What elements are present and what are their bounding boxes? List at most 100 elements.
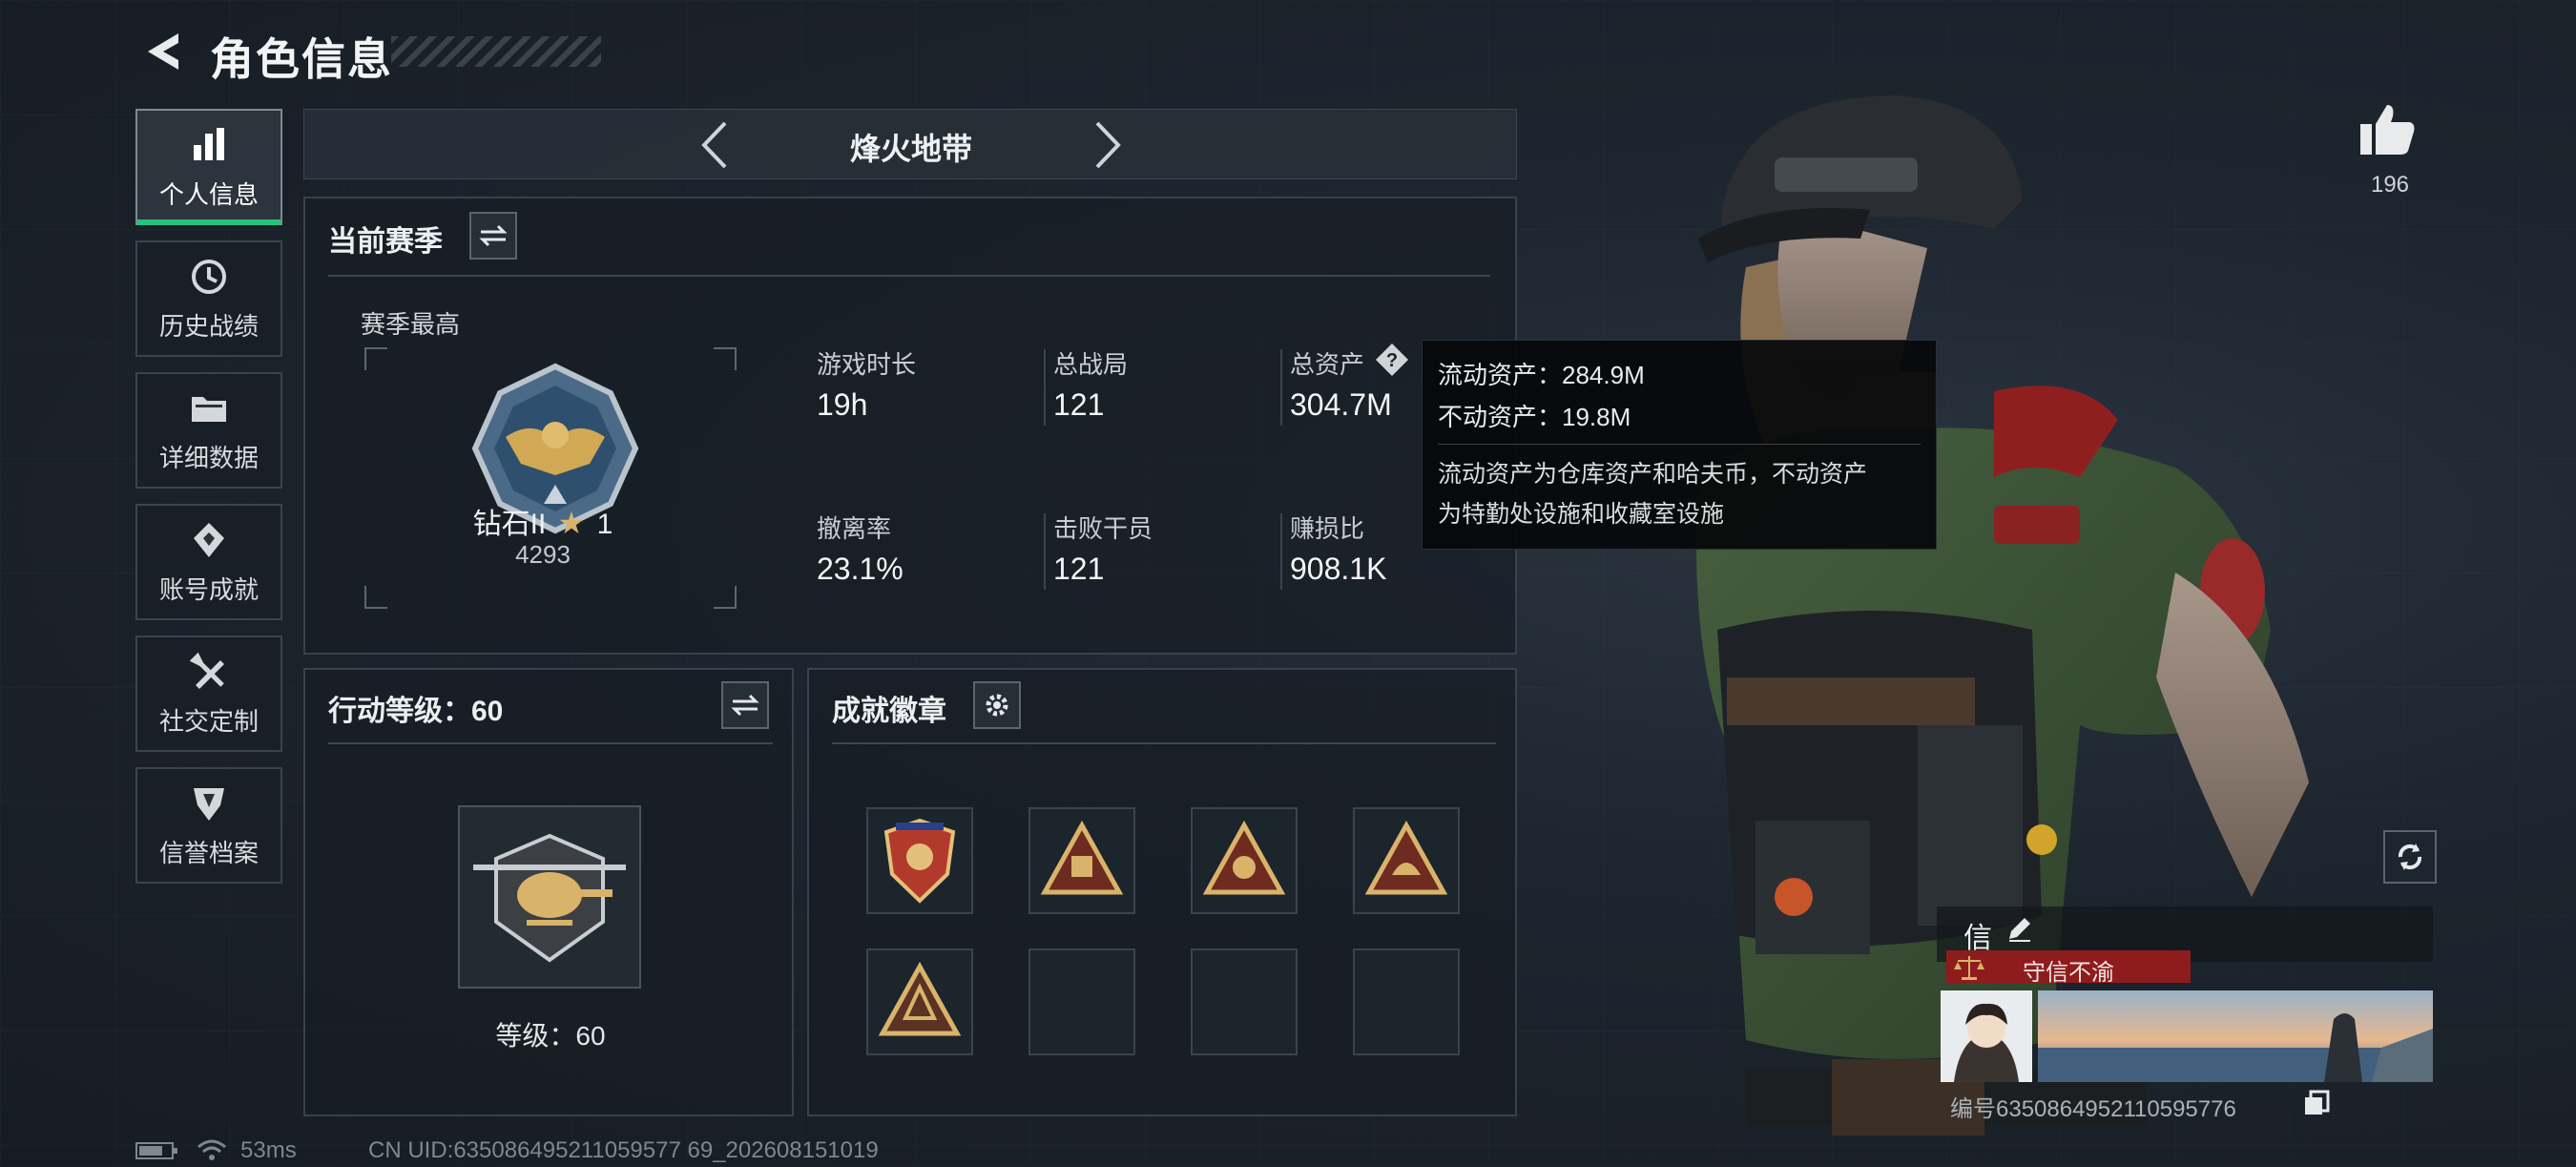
sidebar-item-details[interactable]: 详细数据 <box>135 372 282 489</box>
triangle-badge-icon <box>1364 820 1448 895</box>
svg-text:?: ? <box>1386 350 1398 371</box>
action-level-title: 行动等级：60 <box>328 696 504 727</box>
folder-icon <box>192 396 226 422</box>
profile-id: 编号6350864952110595776 <box>1950 1096 2236 1122</box>
rank-stars: 1 <box>596 509 613 540</box>
stat-value: 121 <box>1053 387 1105 422</box>
refresh-icon <box>2398 844 2422 870</box>
next-mode-button[interactable] <box>1079 119 1136 171</box>
star-icon: ★ <box>557 506 586 540</box>
tooltip-description-line: 为特勤处设施和收藏室设施 <box>1438 501 1725 528</box>
action-level-panel: 行动等级：60 等级：60 <box>303 668 794 1116</box>
tooltip-description-line: 流动资产为仓库资产和哈夫币，不动资产 <box>1438 461 1868 488</box>
season-best-label: 赛季最高 <box>361 310 461 339</box>
badge-slot[interactable] <box>1191 807 1298 914</box>
divider <box>832 742 1496 744</box>
triangle-badge-icon <box>1040 820 1124 895</box>
title-decoration <box>391 36 601 67</box>
credit-title-badge: 守信不渝 <box>1946 950 2191 986</box>
stat-label: 击败干员 <box>1053 514 1153 543</box>
rank-name-row: 钻石II ★ 1 <box>366 500 719 542</box>
season-panel: 当前赛季 赛季最高 钻石II ★ 1 4293 游戏时长 19h 总战局 121… <box>303 197 1517 655</box>
action-level-switch-button[interactable] <box>721 681 769 729</box>
credit-shield-icon <box>194 787 224 821</box>
sidebar-item-achievements[interactable]: 账号成就 <box>135 504 282 620</box>
bar-chart-icon <box>194 127 224 160</box>
stat-label: 总资产 <box>1290 350 1365 379</box>
clock-history-icon <box>192 259 226 294</box>
sidebar-item-label: 账号成就 <box>158 574 259 604</box>
badge-slot-empty[interactable] <box>1191 948 1298 1055</box>
divider <box>1438 444 1921 445</box>
like-button[interactable] <box>2357 101 2423 162</box>
sidebar-item-personal-info[interactable]: 个人信息 <box>135 109 282 225</box>
sidebar-item-credit[interactable]: 信誉档案 <box>135 767 282 884</box>
gear-icon <box>986 694 1008 717</box>
frame-corner <box>714 347 737 370</box>
chevron-right-icon <box>1095 121 1121 169</box>
shield-badge-icon <box>883 818 956 904</box>
rank-name: 钻石II <box>472 509 547 540</box>
badge-slot-empty[interactable] <box>1353 948 1460 1055</box>
triangle-badge-icon <box>1202 820 1286 895</box>
banner-image <box>2038 990 2433 1082</box>
avatar-portrait-icon <box>1941 990 2032 1082</box>
badges-title: 成就徽章 <box>832 696 946 727</box>
achievement-icon <box>194 522 224 557</box>
page-title: 角色信息 <box>210 34 393 84</box>
like-count: 196 <box>2370 172 2410 198</box>
level-emblem-frame <box>458 805 641 989</box>
stat-separator <box>1044 349 1046 426</box>
badge-slot[interactable] <box>866 807 973 914</box>
sidebar-item-social[interactable]: 社交定制 <box>135 636 282 752</box>
copy-icon <box>2305 1090 2330 1115</box>
thumbs-up-icon <box>2360 105 2415 155</box>
swap-icon <box>479 224 508 247</box>
ping-text: 53ms <box>240 1137 297 1163</box>
sidebar-item-label: 详细数据 <box>158 443 259 472</box>
stat-label: 赚损比 <box>1290 514 1365 543</box>
edit-name-button[interactable] <box>2005 914 2034 948</box>
profile-banner[interactable] <box>2038 990 2433 1082</box>
badge-slot[interactable] <box>866 948 973 1055</box>
sidebar-item-label: 社交定制 <box>158 706 259 736</box>
refresh-button[interactable] <box>2383 830 2437 884</box>
badge-slot-empty[interactable] <box>1028 948 1135 1055</box>
frame-corner <box>714 586 737 609</box>
frame-corner <box>364 586 387 609</box>
helicopter-emblem-icon <box>473 833 626 963</box>
stat-label: 游戏时长 <box>817 350 917 379</box>
frame-corner <box>364 347 387 370</box>
stat-value: 23.1% <box>817 552 904 586</box>
stat-value: 908.1K <box>1290 552 1387 586</box>
stat-value: 19h <box>817 387 868 422</box>
divider <box>328 742 773 744</box>
back-arrow-icon <box>148 33 178 70</box>
copy-id-button[interactable] <box>2303 1090 2332 1118</box>
badge-slot[interactable] <box>1028 807 1135 914</box>
pencil-icon <box>2009 918 2030 942</box>
assets-tooltip: 流动资产：284.9M 不动资产：19.8M 流动资产为仓库资产和哈夫币，不动资… <box>1422 340 1937 550</box>
battery-icon <box>135 1141 179 1165</box>
stat-value: 121 <box>1053 552 1105 586</box>
level-text: 等级：60 <box>495 1021 606 1051</box>
wifi-icon <box>197 1137 227 1167</box>
badge-slot[interactable] <box>1353 807 1460 914</box>
swap-icon <box>731 694 759 717</box>
stat-label: 总战局 <box>1053 350 1129 379</box>
sidebar-item-history[interactable]: 历史战绩 <box>135 240 282 357</box>
credit-title: 守信不渝 <box>2023 960 2114 986</box>
stat-value: 304.7M <box>1290 387 1392 422</box>
stat-separator <box>1280 513 1282 590</box>
avatar[interactable] <box>1941 990 2032 1082</box>
mode-selector: 烽火地带 <box>303 109 1517 179</box>
back-button[interactable] <box>134 23 191 80</box>
divider <box>328 275 1490 277</box>
badges-settings-button[interactable] <box>973 681 1021 729</box>
tooltip-liquid-assets: 流动资产：284.9M <box>1438 361 1645 389</box>
badges-panel: 成就徽章 <box>807 668 1517 1116</box>
tooltip-fixed-assets: 不动资产：19.8M <box>1438 403 1631 431</box>
tools-icon <box>189 652 224 689</box>
season-switch-button[interactable] <box>469 212 517 260</box>
help-button[interactable]: ? <box>1374 342 1410 378</box>
